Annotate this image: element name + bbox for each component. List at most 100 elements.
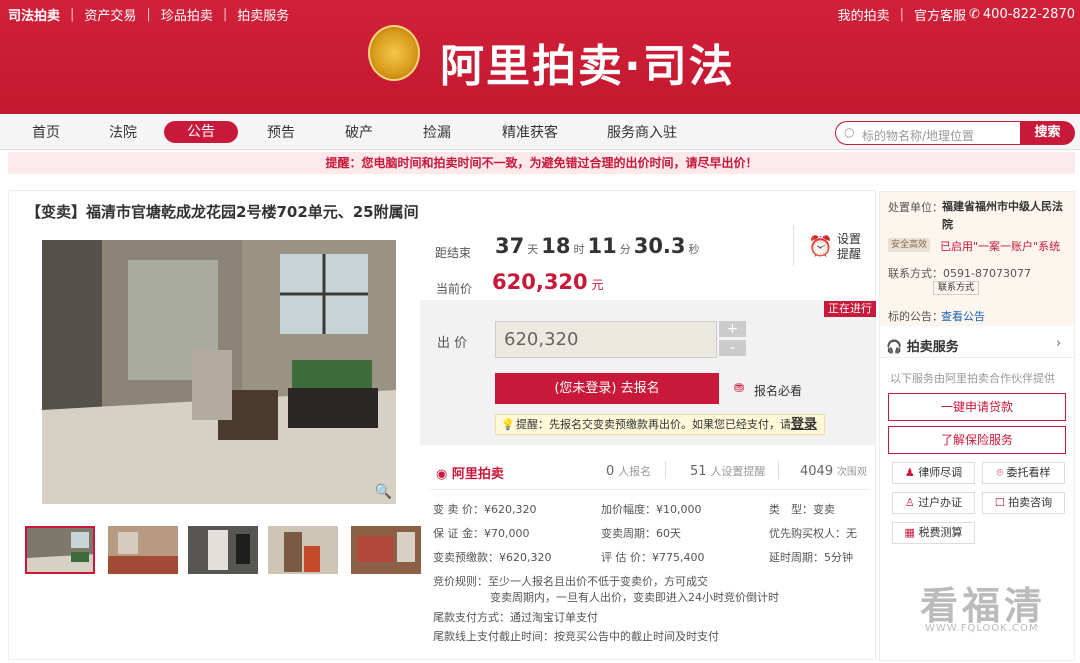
countdown-label: 距结束 bbox=[435, 246, 472, 260]
thumbnail[interactable] bbox=[188, 526, 258, 574]
services-title: 拍卖服务 bbox=[906, 340, 959, 355]
official-service-link[interactable]: 官方客服 bbox=[914, 5, 966, 24]
lawyer-button[interactable]: ♟ 律师尽调 bbox=[892, 462, 975, 484]
consult-label: 拍卖咨询 bbox=[1008, 496, 1053, 509]
tax-button[interactable]: ▦ 税费测算 bbox=[892, 522, 975, 544]
security-badge: 安全高效 bbox=[888, 238, 931, 252]
signup-number: 0 bbox=[606, 464, 615, 479]
signup-button[interactable]: (您未登录) 去报名 bbox=[495, 373, 719, 404]
minus-button[interactable]: - bbox=[719, 340, 746, 356]
detail-delay: 延时周期：5分钟 bbox=[769, 551, 853, 564]
notice-link[interactable]: 查看公告 bbox=[941, 308, 985, 324]
lightbulb-icon: 💡 bbox=[501, 418, 515, 431]
divider: | bbox=[899, 7, 904, 22]
nav-provider[interactable]: 服务商入驻 bbox=[607, 122, 677, 142]
transfer-button[interactable]: ♙ 过户办证 bbox=[892, 492, 975, 514]
detail-period: 变卖周期：60天 bbox=[601, 527, 681, 540]
court-name[interactable]: 福建省福州市中级人民法院 bbox=[942, 198, 1068, 234]
top-right: 我的拍卖 | 官方客服 ✆ 400-822-2870 bbox=[838, 5, 1075, 24]
search-button[interactable]: 搜索 bbox=[1020, 121, 1075, 145]
phone-number: 400-822-2870 bbox=[982, 7, 1075, 22]
brand-link[interactable]: 司法拍卖 bbox=[8, 5, 60, 24]
divider: | bbox=[146, 7, 151, 22]
top-nav: 司法拍卖 | 资产交易 | 珍品拍卖 | 拍卖服务 bbox=[8, 5, 289, 24]
phone-icon: ✆ bbox=[969, 7, 980, 22]
bid-input[interactable]: 620,320 bbox=[495, 321, 717, 358]
reminder-number: 51 bbox=[690, 464, 707, 479]
alipai-icon: ◉ bbox=[436, 467, 448, 482]
status-badge: 正在进行 bbox=[824, 301, 876, 317]
view-count: 4049 次围观 bbox=[800, 463, 867, 479]
link-asset[interactable]: 资产交易 bbox=[84, 5, 136, 24]
nav-court[interactable]: 法院 bbox=[109, 122, 137, 142]
nav-preview[interactable]: 预告 bbox=[267, 122, 295, 142]
zoom-icon[interactable]: 🔍 bbox=[375, 484, 392, 500]
court-contact: 联系方式：0591-87073077 bbox=[888, 267, 1031, 280]
nav-announcement[interactable]: 公告 bbox=[164, 121, 238, 143]
watermark-text: 看福清 bbox=[920, 584, 1047, 628]
account-system[interactable]: 已启用"一案一账户"系统 bbox=[940, 238, 1060, 254]
price-value: 620,320 bbox=[492, 270, 588, 294]
court-emblem-icon bbox=[368, 25, 420, 81]
reminder-count: 51 人设置提醒 bbox=[690, 463, 765, 479]
contact-button[interactable]: 联系方式 bbox=[933, 281, 980, 295]
view-number: 4049 bbox=[800, 464, 834, 479]
coins-icon: ⛃ bbox=[734, 381, 745, 395]
divider bbox=[430, 489, 870, 490]
plus-button[interactable]: + bbox=[719, 321, 746, 337]
main-photo[interactable]: 🔍 bbox=[42, 240, 396, 504]
current-price: 620,320 元 bbox=[492, 270, 604, 294]
location-pin-icon: ⌾ bbox=[996, 466, 1004, 479]
price-unit: 元 bbox=[591, 278, 604, 292]
search-input[interactable]: ○ 标的物名称/地理位置 bbox=[835, 121, 1021, 145]
rule-bidding: 竞价规则：至少一人报名且出价不低于变卖价，方可成交 bbox=[433, 575, 708, 588]
nav-bargain[interactable]: 捡漏 bbox=[423, 122, 451, 142]
insurance-button[interactable]: 了解保险服务 bbox=[888, 426, 1066, 454]
loan-button[interactable]: 一键申请贷款 bbox=[888, 393, 1066, 421]
tax-label: 税费测算 bbox=[918, 526, 963, 539]
signup-notice-link[interactable]: 报名必看 bbox=[754, 382, 802, 399]
detail-prepayment: 变卖预缴款：¥620,320 bbox=[433, 551, 552, 564]
tip-text: 提醒：先报名交变卖预缴款再出价。如果您已经支付，请 bbox=[516, 418, 791, 431]
chevron-right-icon[interactable]: › bbox=[1056, 336, 1061, 351]
main-nav: 首页 法院 公告 预告 破产 捡漏 精准获客 服务商入驻 ○ 标的物名称/地理位… bbox=[0, 114, 1080, 150]
alarm-clock-icon[interactable]: ⏰ bbox=[808, 234, 833, 258]
countdown-days: 37 bbox=[495, 234, 525, 258]
unit-hour: 时 bbox=[573, 243, 585, 256]
alipai-brand: 阿里拍卖 bbox=[451, 467, 504, 482]
services-subtitle: 以下服务由阿里拍卖合作伙伴提供 bbox=[890, 372, 1055, 385]
divider bbox=[880, 357, 1074, 358]
thumbnail[interactable] bbox=[351, 526, 421, 574]
my-auction-link[interactable]: 我的拍卖 bbox=[838, 5, 890, 24]
unit-sec: 秒 bbox=[688, 243, 700, 256]
court-label: 处置单位： bbox=[888, 201, 943, 214]
rule-period: 变卖周期内，一旦有人出价，变卖即进入24小时竞价倒计时 bbox=[490, 591, 779, 604]
detail-priority-buyer: 优先购买权人：无 bbox=[769, 527, 857, 540]
chat-icon: ☐ bbox=[994, 496, 1005, 509]
reminder-text: 人设置提醒 bbox=[710, 465, 766, 478]
detail-appraisal: 评 估 价：¥775,400 bbox=[601, 551, 705, 564]
rule-payment-deadline: 尾款线上支付截止时间：按竞买公告中的截止时间及时支付 bbox=[433, 630, 719, 643]
set-reminder-button[interactable]: 设置提醒 bbox=[837, 232, 861, 262]
lawyer-icon: ♟ bbox=[904, 466, 915, 479]
item-title: 【变卖】福清市官塘乾成龙花园2号楼702单元、25附属间 bbox=[26, 203, 419, 221]
countdown-timer: 37 天 18 时 11 分 30.3 秒 bbox=[495, 234, 700, 258]
nav-home[interactable]: 首页 bbox=[32, 122, 60, 142]
nav-precise[interactable]: 精准获客 bbox=[502, 122, 558, 142]
divider: | bbox=[222, 7, 228, 22]
link-service[interactable]: 拍卖服务 bbox=[237, 5, 289, 24]
detail-type: 类 型：变卖 bbox=[769, 503, 835, 516]
link-treasure[interactable]: 珍品拍卖 bbox=[161, 5, 213, 24]
search-placeholder: 标的物名称/地理位置 bbox=[862, 129, 975, 143]
alipai-logo: ◉ 阿里拍卖 bbox=[436, 463, 504, 482]
nav-bankruptcy[interactable]: 破产 bbox=[345, 122, 373, 142]
thumbnail[interactable] bbox=[25, 526, 95, 574]
visit-button[interactable]: ⌾ 委托看样 bbox=[982, 462, 1065, 484]
thumbnail[interactable] bbox=[268, 526, 338, 574]
consult-button[interactable]: ☐ 拍卖咨询 bbox=[982, 492, 1065, 514]
detail-reserve-price: 变 卖 价：¥620,320 bbox=[433, 503, 537, 516]
bid-tip: 💡 提醒：先报名交变卖预缴款再出价。如果您已经支付，请登录 bbox=[495, 414, 825, 435]
thumbnail[interactable] bbox=[108, 526, 178, 574]
login-link[interactable]: 登录 bbox=[791, 417, 817, 432]
site-header: 司法拍卖 | 资产交易 | 珍品拍卖 | 拍卖服务 我的拍卖 | 官方客服 ✆ … bbox=[0, 0, 1080, 114]
